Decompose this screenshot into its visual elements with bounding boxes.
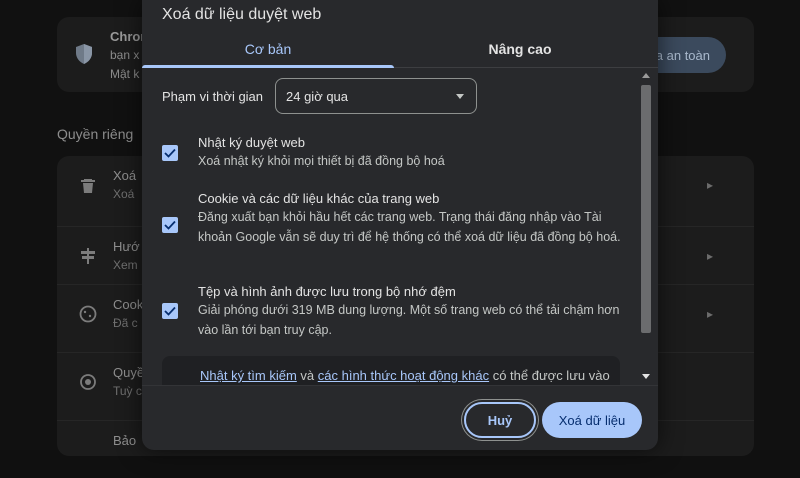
option-title: Tệp và hình ảnh được lưu trong bộ nhớ đệ…: [198, 284, 456, 299]
privacy-section-title: Quyền riêng: [57, 126, 134, 142]
check-icon: [164, 306, 176, 316]
time-range-select[interactable]: 24 giờ qua: [275, 78, 477, 114]
footer-divider: [142, 385, 658, 386]
chevron-right-icon: ▸: [707, 307, 714, 321]
tab-bar: Cơ bản Nâng cao: [142, 30, 658, 68]
list-item-subtitle: Xoá: [113, 187, 135, 201]
search-history-link[interactable]: Nhật ký tìm kiếm: [200, 368, 297, 383]
scroll-down-arrow-icon[interactable]: [642, 374, 650, 379]
option-description: Giải phóng dưới 319 MB dung lượng. Một s…: [198, 303, 620, 337]
list-item-title: Quyề: [113, 365, 145, 380]
search-history-info-box: Nhật ký tìm kiếm và các hình thức hoạt đ…: [162, 356, 620, 385]
time-range-value: 24 giờ qua: [286, 88, 349, 104]
option-title: Nhật ký duyệt web: [198, 135, 305, 150]
safety-card-line2: Mật k: [110, 67, 140, 81]
list-item-title: Cook: [113, 297, 144, 312]
list-item-title: Bảo: [113, 433, 137, 448]
chevron-right-icon: ▸: [707, 249, 714, 263]
scroll-up-arrow-icon[interactable]: [642, 73, 650, 78]
clear-data-button[interactable]: Xoá dữ liệu: [542, 402, 642, 438]
list-item-subtitle: Tuỳ c: [113, 384, 142, 398]
check-icon: [164, 148, 176, 158]
list-item-subtitle: Đã c: [113, 316, 138, 330]
trash-icon: [81, 179, 95, 193]
checkbox-browsing-history[interactable]: [162, 145, 178, 161]
info-connector: và: [296, 368, 318, 383]
checkbox-cached-files[interactable]: [162, 303, 178, 319]
option-description: Xoá nhật ký khỏi mọi thiết bị đã đồng bộ…: [198, 154, 445, 168]
checkbox-cookies[interactable]: [162, 217, 178, 233]
chevron-right-icon: ▸: [707, 178, 714, 192]
dropdown-arrow-icon: [456, 94, 464, 99]
tab-basic[interactable]: Cơ bản: [142, 30, 394, 68]
safety-card-line1: bạn x: [110, 48, 140, 62]
clear-browsing-data-dialog: Xoá dữ liệu duyệt web Cơ bản Nâng cao Ph…: [142, 0, 658, 450]
info-text: Nhật ký tìm kiếm và các hình thức hoạt đ…: [200, 368, 610, 383]
list-item-title: Hướ: [113, 239, 140, 254]
time-range-label: Phạm vi thời gian: [162, 89, 264, 104]
dialog-scroll-area[interactable]: Phạm vi thời gian 24 giờ qua Nhật ký duy…: [142, 69, 658, 385]
list-item-title: Xoá: [113, 168, 137, 183]
other-activity-link[interactable]: các hình thức hoạt động khác: [318, 368, 489, 383]
scrollbar-thumb[interactable]: [641, 85, 651, 333]
shield-icon: [76, 44, 92, 64]
guide-icon: [81, 248, 95, 264]
permissions-icon: [80, 374, 96, 390]
info-suffix: có thể được lưu vào: [489, 368, 610, 383]
active-tab-indicator: [142, 65, 394, 68]
check-icon: [164, 220, 176, 230]
cancel-button[interactable]: Huỷ: [464, 402, 536, 438]
cookie-icon: [79, 305, 97, 323]
scrollbar[interactable]: [640, 69, 652, 385]
tab-advanced[interactable]: Nâng cao: [394, 30, 646, 68]
list-item-subtitle: Xem: [113, 258, 138, 272]
option-title: Cookie và các dữ liệu khác của trang web: [198, 191, 440, 206]
dialog-title: Xoá dữ liệu duyệt web: [162, 6, 322, 23]
option-description: Đăng xuất bạn khỏi hầu hết các trang web…: [198, 210, 621, 244]
